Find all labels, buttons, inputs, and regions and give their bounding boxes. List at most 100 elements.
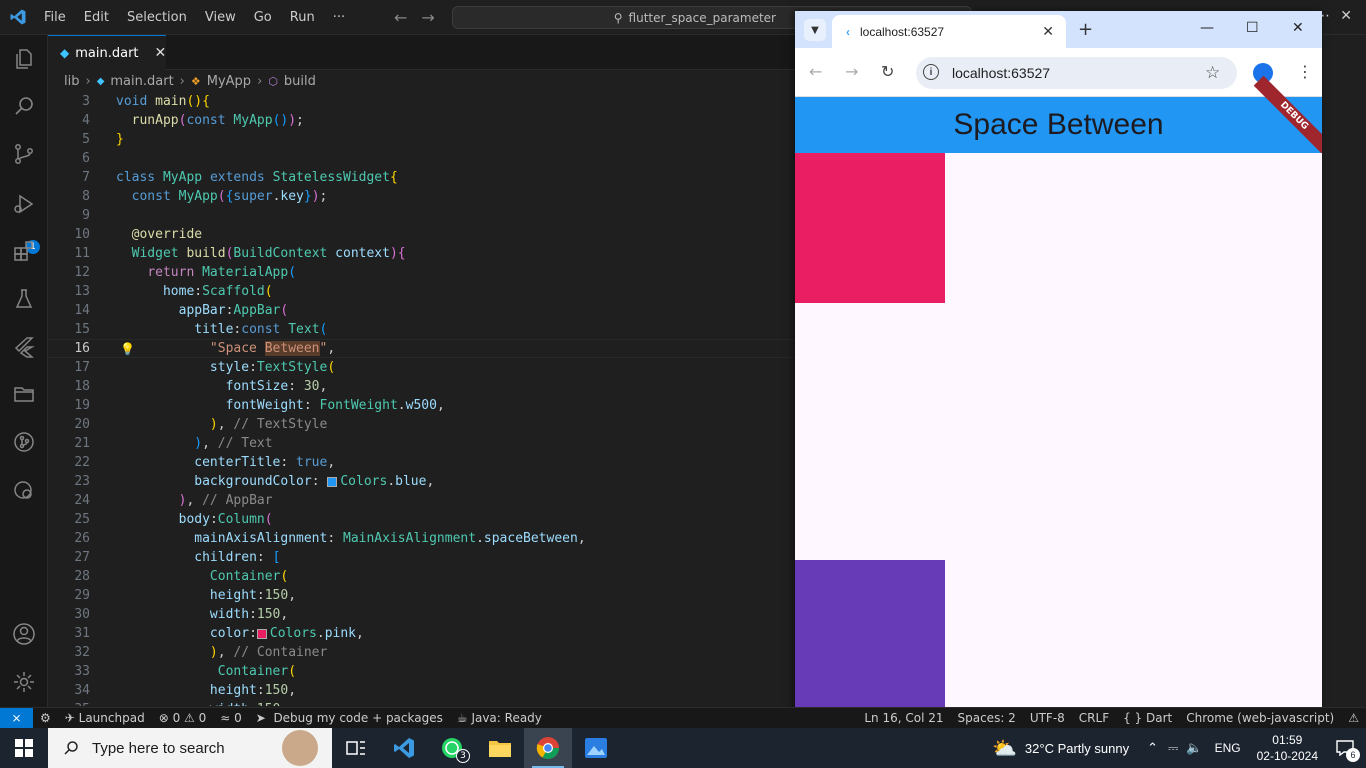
menu-more[interactable]: ··· bbox=[324, 10, 354, 25]
new-tab-plus-icon[interactable]: + bbox=[1078, 19, 1093, 40]
code-line[interactable]: 10 @override bbox=[48, 225, 795, 244]
java-status-item[interactable]: ☕ Java: Ready bbox=[450, 711, 549, 725]
source-control-icon[interactable] bbox=[12, 142, 36, 166]
code-line[interactable]: 26 mainAxisAlignment: MainAxisAlignment.… bbox=[48, 529, 795, 548]
back-arrow-icon[interactable]: ← bbox=[394, 8, 407, 27]
code-line[interactable]: 8 const MyApp({super.key}); bbox=[48, 187, 795, 206]
notifications-bell-icon[interactable]: ⚠ bbox=[1341, 711, 1366, 725]
menu-file[interactable]: File bbox=[35, 10, 75, 25]
code-line[interactable]: 31 color: Colors.pink, bbox=[48, 624, 795, 643]
start-windows-icon[interactable] bbox=[0, 728, 48, 768]
run-debug-icon[interactable] bbox=[12, 192, 36, 216]
network-icon[interactable]: ⎓ bbox=[1168, 740, 1178, 756]
maximize-icon[interactable]: ☐ bbox=[1246, 20, 1259, 36]
code-line[interactable]: 9 bbox=[48, 206, 795, 225]
code-line[interactable]: 17 style:TextStyle( bbox=[48, 358, 795, 377]
line-ending[interactable]: CRLF bbox=[1072, 711, 1116, 725]
code-line[interactable]: 18 fontSize: 30, bbox=[48, 377, 795, 396]
code-line[interactable]: 12 return MaterialApp( bbox=[48, 263, 795, 282]
weather-text[interactable]: 32°C Partly sunny bbox=[1025, 741, 1129, 756]
code-line[interactable]: 28 Container( bbox=[48, 567, 795, 586]
code-line[interactable]: 5} bbox=[48, 130, 795, 149]
code-line[interactable]: 35 width:150, bbox=[48, 700, 795, 706]
back-arrow-icon[interactable]: ← bbox=[809, 62, 822, 81]
close-window-icon[interactable]: ✕ bbox=[1292, 20, 1304, 36]
language-mode[interactable]: { } Dart bbox=[1116, 711, 1179, 725]
code-line[interactable]: 20 ), // TextStyle bbox=[48, 415, 795, 434]
notification-center-icon[interactable]: 6 bbox=[1336, 728, 1366, 768]
menu-edit[interactable]: Edit bbox=[75, 10, 118, 25]
close-tab-icon[interactable]: ✕ bbox=[155, 45, 167, 61]
language-indicator[interactable]: ENG bbox=[1215, 741, 1241, 755]
menu-view[interactable]: View bbox=[196, 10, 245, 25]
code-line[interactable]: 24 ), // AppBar bbox=[48, 491, 795, 510]
code-line[interactable]: 3 void main(){ bbox=[48, 92, 795, 111]
minimize-icon[interactable]: — bbox=[1200, 20, 1214, 36]
code-line[interactable]: 13 home:Scaffold( bbox=[48, 282, 795, 301]
code-line[interactable]: 30 width:150, bbox=[48, 605, 795, 624]
chrome-menu-icon[interactable]: ⋮ bbox=[1297, 62, 1313, 81]
chrome-taskbar-icon[interactable] bbox=[524, 728, 572, 768]
close-window-icon[interactable]: ✕ bbox=[1340, 8, 1352, 24]
volume-icon[interactable]: 🔈 bbox=[1186, 740, 1202, 756]
clock[interactable]: 01:59 02-10-2024 bbox=[1257, 732, 1318, 764]
code-line[interactable]: 34 height:150, bbox=[48, 681, 795, 700]
code-line[interactable]: 14 appBar:AppBar( bbox=[48, 301, 795, 320]
breadcrumb-file[interactable]: main.dart bbox=[110, 74, 173, 89]
code-line[interactable]: 19 fontWeight: FontWeight.w500, bbox=[48, 396, 795, 415]
code-line[interactable]: 11 Widget build(BuildContext context){ bbox=[48, 244, 795, 263]
tab-main-dart[interactable]: ◆ main.dart ✕ bbox=[48, 35, 166, 70]
code-editor[interactable]: 3 void main(){4 runApp(const MyApp()); 5} 6… bbox=[48, 92, 795, 706]
close-tab-icon[interactable]: ✕ bbox=[1042, 23, 1054, 40]
taskbar-search[interactable]: Type here to search bbox=[48, 728, 332, 768]
breadcrumb-lib[interactable]: lib bbox=[64, 74, 79, 89]
code-line[interactable]: 21 ), // Text bbox=[48, 434, 795, 453]
debug-mode-item[interactable]: ➤ Debug my code + packages bbox=[249, 711, 450, 725]
forward-arrow-icon[interactable]: → bbox=[421, 8, 434, 27]
chevron-up-icon[interactable]: ⌃ bbox=[1147, 740, 1158, 756]
code-line[interactable]: 32 ), // Container bbox=[48, 643, 795, 662]
breadcrumb-method[interactable]: build bbox=[284, 74, 316, 89]
file-explorer-icon[interactable] bbox=[476, 728, 524, 768]
encoding[interactable]: UTF-8 bbox=[1023, 711, 1072, 725]
vscode-taskbar-icon[interactable] bbox=[380, 728, 428, 768]
whatsapp-icon[interactable]: 3 bbox=[428, 728, 476, 768]
menu-go[interactable]: Go bbox=[245, 10, 281, 25]
code-line[interactable]: 27 children: [ bbox=[48, 548, 795, 567]
git-graph-icon[interactable] bbox=[12, 430, 36, 454]
tab-search-chevron-icon[interactable]: ▼ bbox=[804, 19, 826, 41]
account-icon[interactable] bbox=[12, 622, 36, 646]
explorer-icon[interactable] bbox=[12, 47, 36, 71]
settings-gear-icon[interactable] bbox=[12, 670, 36, 694]
folder-icon[interactable] bbox=[12, 382, 36, 406]
task-view-icon[interactable] bbox=[332, 728, 380, 768]
bookmark-star-icon[interactable]: ☆ bbox=[1205, 63, 1220, 83]
device-selector[interactable]: Chrome (web-javascript) bbox=[1179, 711, 1341, 725]
address-bar[interactable]: localhost:63527 bbox=[916, 57, 1237, 89]
code-line[interactable]: 15 title:const Text( bbox=[48, 320, 795, 339]
menu-selection[interactable]: Selection bbox=[118, 10, 196, 25]
search-icon[interactable] bbox=[12, 94, 36, 118]
reload-icon[interactable]: ↻ bbox=[881, 62, 894, 81]
chrome-tab[interactable]: ‹ localhost:63527 ✕ bbox=[832, 15, 1066, 48]
code-line[interactable]: 7 class MyApp extends StatelessWidget{ bbox=[48, 168, 795, 187]
indentation[interactable]: Spaces: 2 bbox=[951, 711, 1023, 725]
code-line[interactable]: 23 backgroundColor: Colors.blue, bbox=[48, 472, 795, 491]
code-line[interactable]: 4 runApp(const MyApp()); bbox=[48, 111, 795, 130]
remote-indicator-icon[interactable]: ⨯ bbox=[0, 707, 33, 729]
code-line[interactable]: 33 Container( bbox=[48, 662, 795, 681]
bug-icon[interactable]: ⚙ bbox=[33, 711, 58, 725]
code-line[interactable]: 25 body:Column( bbox=[48, 510, 795, 529]
launchpad-item[interactable]: ✈ Launchpad bbox=[58, 711, 152, 725]
extensions-icon[interactable] bbox=[12, 239, 36, 263]
ports-item[interactable]: ≈ 0 bbox=[213, 711, 249, 725]
photos-icon[interactable] bbox=[572, 728, 620, 768]
menu-run[interactable]: Run bbox=[281, 10, 324, 25]
code-line[interactable]: 6 bbox=[48, 149, 795, 168]
flutter-icon[interactable] bbox=[12, 335, 36, 359]
testing-flask-icon[interactable] bbox=[12, 287, 36, 311]
code-line[interactable]: 16 💡 "Space Between", bbox=[48, 339, 795, 358]
forward-arrow-icon[interactable]: → bbox=[845, 62, 858, 81]
code-line[interactable]: 22 centerTitle: true, bbox=[48, 453, 795, 472]
code-line[interactable]: 29 height:150, bbox=[48, 586, 795, 605]
